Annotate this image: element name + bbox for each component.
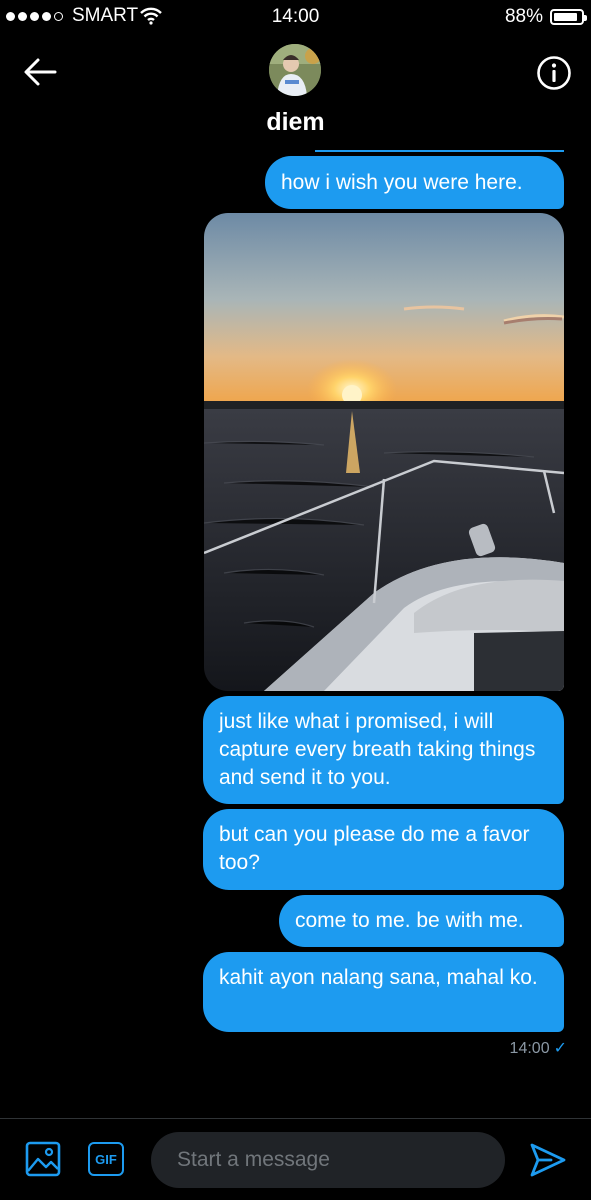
message-bubble[interactable]: just like what i promised, i will captur… [203, 696, 564, 804]
message-bubble[interactable]: kahit ayon nalang sana, mahal ko. [203, 952, 564, 1032]
message-timestamp: 14:00 ✓ [510, 1038, 567, 1058]
message-bubble[interactable]: but can you please do me a favor too? [203, 809, 564, 890]
image-icon[interactable] [25, 1141, 61, 1177]
sunset-boat-photo[interactable] [204, 213, 564, 691]
arrow-left-icon[interactable] [22, 56, 58, 88]
contact-name[interactable]: diem [0, 108, 591, 137]
read-check-icon: ✓ [553, 1040, 567, 1057]
battery-percent: 88% [504, 6, 543, 27]
previous-bubble-edge [315, 150, 564, 152]
timestamp-text: 14:00 [509, 1040, 550, 1057]
message-bubble[interactable]: how i wish you were here. [265, 156, 564, 209]
send-icon[interactable] [529, 1142, 567, 1178]
message-bubble[interactable]: come to me. be with me. [279, 895, 564, 947]
info-icon[interactable] [536, 55, 572, 91]
gif-button[interactable]: GIF [88, 1142, 124, 1176]
composer-divider [0, 1118, 591, 1119]
battery-icon [550, 9, 587, 25]
avatar[interactable] [269, 44, 321, 96]
status-bar: SMART 14:00 88% [0, 0, 591, 36]
status-time: 14:00 [271, 6, 320, 27]
message-input[interactable] [151, 1132, 505, 1188]
